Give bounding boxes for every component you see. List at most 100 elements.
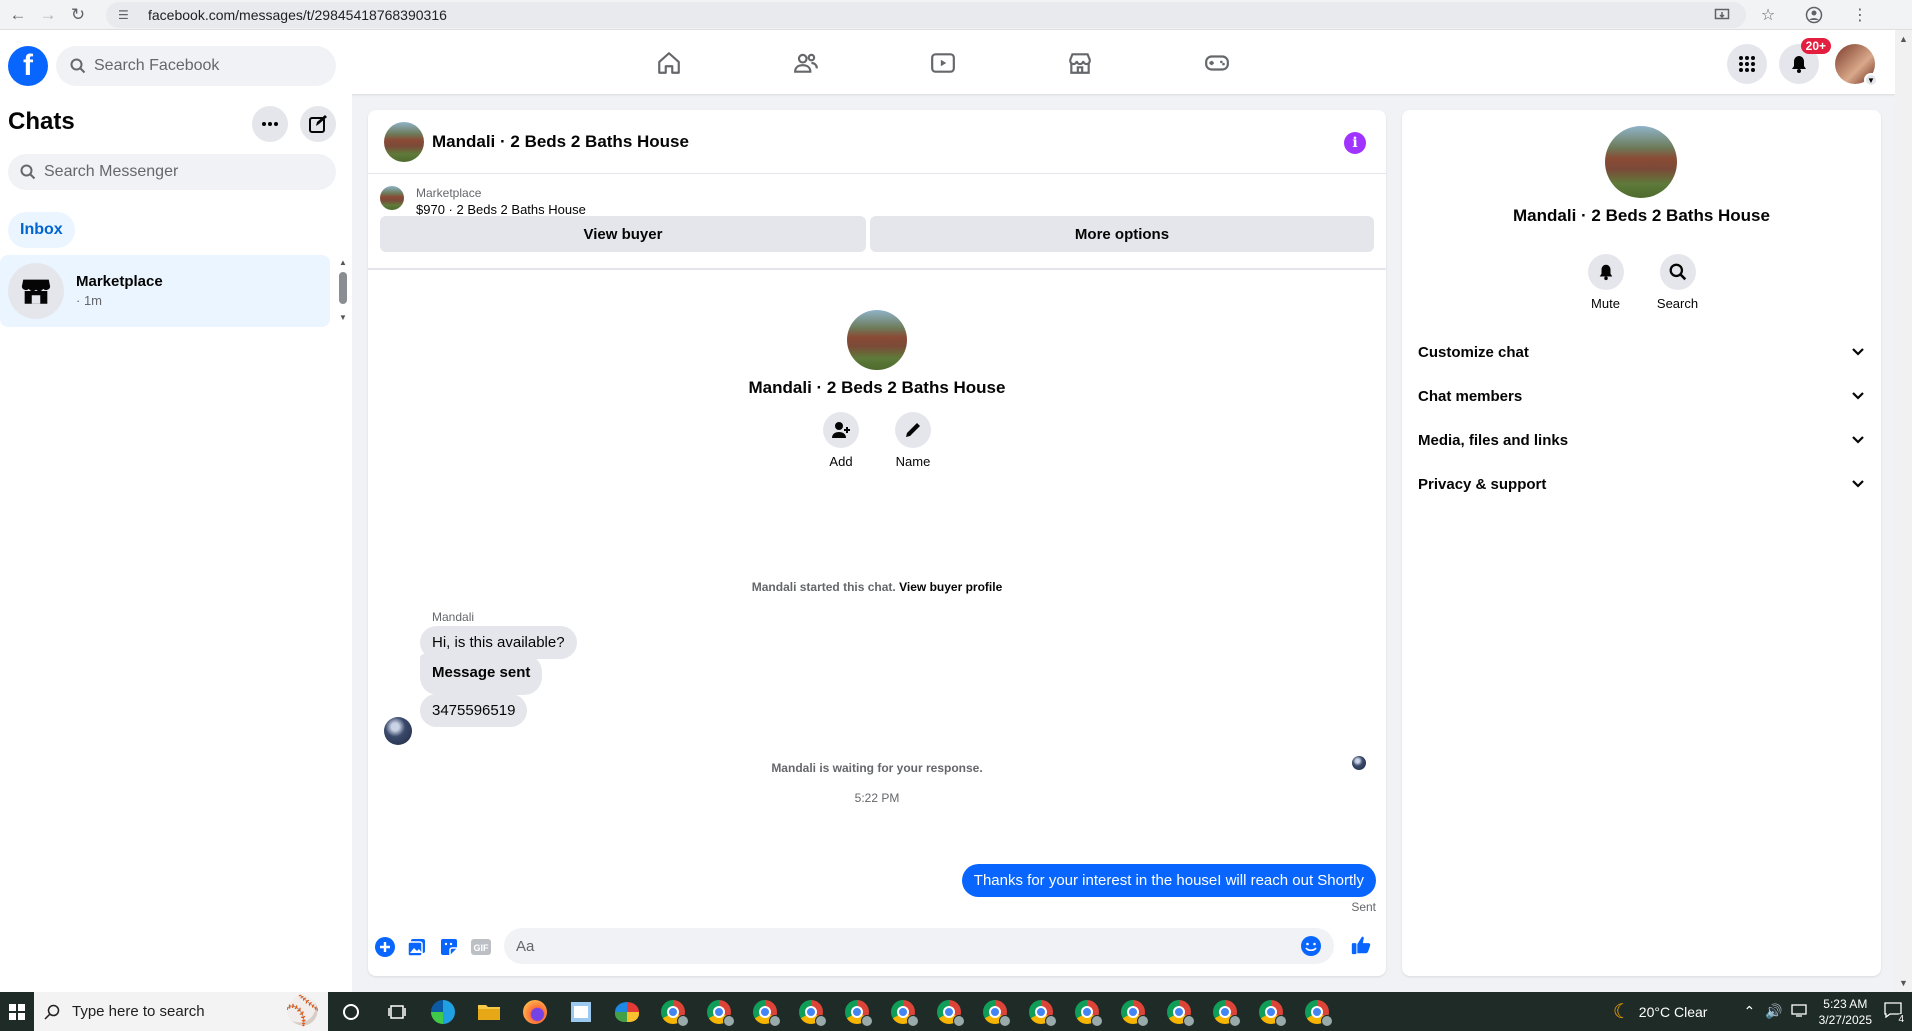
clock[interactable]: 5:23 AM 3/27/2025 (1819, 996, 1872, 1028)
sender-avatar[interactable] (384, 717, 412, 745)
chrome-icon[interactable] (1018, 992, 1064, 1031)
windows-start-icon[interactable] (0, 992, 34, 1031)
volume-icon[interactable]: 🔊 (1765, 1003, 1782, 1020)
plus-circle-icon[interactable] (374, 936, 396, 958)
chrome-icon[interactable] (696, 992, 742, 1031)
section-label: Media, files and links (1418, 431, 1569, 449)
app-window-icon[interactable] (558, 992, 604, 1031)
media-files-links-section[interactable]: Media, files and links (1410, 418, 1873, 462)
chrome-icon[interactable] (1064, 992, 1110, 1031)
chrome-icon[interactable] (834, 992, 880, 1031)
view-buyer-button[interactable]: View buyer (380, 216, 866, 252)
scroll-up-arrow-icon[interactable]: ▲ (1899, 34, 1908, 44)
chrome-icon[interactable] (1248, 992, 1294, 1031)
forward-icon[interactable]: → (36, 3, 60, 27)
address-bar[interactable]: ☰ facebook.com/messages/t/29845418768390… (106, 1, 1746, 28)
sidebar-scrollbar[interactable]: ▲ ▼ (338, 258, 348, 322)
home-icon[interactable] (600, 38, 737, 88)
chats-title: Chats (8, 108, 75, 135)
photo-gallery-icon[interactable] (406, 936, 428, 958)
weather-icon: ☾ (1612, 1001, 1631, 1023)
scroll-down-arrow-icon[interactable]: ▼ (1899, 978, 1908, 988)
listing-thumbnail[interactable] (384, 122, 424, 162)
file-explorer-icon[interactable] (466, 992, 512, 1031)
chats-sidebar: Chats Search Messenger Inbox Marketplace… (0, 94, 352, 992)
chrome-icon[interactable] (880, 992, 926, 1031)
chrome-icon[interactable] (1202, 992, 1248, 1031)
task-view-icon[interactable] (374, 992, 420, 1031)
conversation-item[interactable]: Marketplace · 1m (0, 255, 330, 327)
like-thumbs-up-icon[interactable] (1350, 934, 1372, 956)
chrome-icon[interactable] (742, 992, 788, 1031)
chrome-icon[interactable] (1156, 992, 1202, 1031)
add-people-button[interactable]: Add (823, 412, 859, 469)
reload-icon[interactable]: ↻ (66, 3, 90, 27)
weather-widget[interactable]: ☾ 20°C Clear (1613, 999, 1708, 1024)
chat-members-section[interactable]: Chat members (1410, 374, 1873, 418)
search-icon (70, 58, 86, 74)
taskbar-search-input[interactable]: Type here to search ⚾ (34, 992, 328, 1031)
search-icon (20, 164, 36, 180)
more-options-button[interactable]: More options (870, 216, 1374, 252)
facebook-search-placeholder: Search Facebook (94, 57, 220, 74)
paint-app-icon[interactable] (604, 992, 650, 1031)
install-app-icon[interactable] (1710, 3, 1734, 27)
chrome-icon[interactable] (926, 992, 972, 1031)
chevron-up-icon[interactable]: ⌃ (1743, 1003, 1755, 1020)
account-avatar[interactable]: ▼ (1835, 44, 1878, 87)
site-settings-icon[interactable]: ☰ (118, 7, 134, 23)
notifications-bell-icon[interactable]: 20+ (1779, 38, 1831, 84)
new-message-button[interactable] (300, 106, 336, 142)
chats-options-button[interactable] (252, 106, 288, 142)
emoji-icon[interactable] (1300, 935, 1322, 961)
chrome-icon[interactable] (1110, 992, 1156, 1031)
outgoing-message-bubble[interactable]: Thanks for your interest in the houseI w… (961, 864, 1376, 897)
sticker-icon[interactable] (438, 936, 460, 958)
network-icon[interactable] (1790, 1003, 1809, 1020)
chrome-icon[interactable] (650, 992, 696, 1031)
facebook-logo-icon[interactable]: f (8, 46, 48, 86)
mute-button[interactable]: Mute (1587, 254, 1624, 311)
back-icon[interactable]: ← (6, 3, 30, 27)
clock-time: 5:23 AM (1823, 996, 1868, 1011)
watch-icon[interactable] (874, 38, 1011, 88)
edge-browser-icon[interactable] (420, 992, 466, 1031)
firefox-icon[interactable] (512, 992, 558, 1031)
notification-center-icon[interactable]: 4 (1884, 1002, 1906, 1025)
conversation-title[interactable]: Mandali · 2 Beds 2 Baths House (432, 132, 689, 152)
chrome-icon[interactable] (972, 992, 1018, 1031)
gaming-icon[interactable] (1148, 38, 1285, 88)
add-person-icon (823, 412, 859, 448)
message-bubble[interactable]: 3475596519 (420, 694, 528, 727)
info-icon[interactable]: i (1344, 132, 1366, 154)
section-label: Chat members (1418, 387, 1523, 405)
friends-icon[interactable] (737, 38, 874, 88)
search-in-conversation-button[interactable]: Search (1657, 254, 1698, 311)
menu-grid-icon[interactable] (1727, 44, 1767, 84)
marketplace-icon[interactable] (1011, 38, 1148, 88)
message-timestamp: 5:22 PM (854, 791, 900, 805)
bookmark-star-icon[interactable]: ☆ (1756, 3, 1780, 27)
scroll-up-arrow-icon[interactable]: ▲ (339, 258, 347, 267)
message-input[interactable]: Aa (504, 928, 1334, 964)
scroll-down-arrow-icon[interactable]: ▼ (339, 313, 347, 322)
message-bubble[interactable]: Message sent (420, 654, 543, 695)
privacy-support-section[interactable]: Privacy & support (1410, 462, 1873, 506)
cortana-icon[interactable] (328, 992, 374, 1031)
listing-photo-large[interactable] (1605, 126, 1677, 198)
customize-chat-section[interactable]: Customize chat (1410, 330, 1873, 374)
messenger-search-input[interactable]: Search Messenger (8, 154, 336, 190)
chrome-icon[interactable] (788, 992, 834, 1031)
inbox-filter-tab[interactable]: Inbox (8, 212, 75, 248)
gif-icon[interactable]: GIF (470, 936, 492, 958)
profile-icon[interactable] (1802, 3, 1826, 27)
name-chat-button[interactable]: Name (895, 412, 931, 469)
scrollbar-thumb[interactable] (339, 272, 347, 304)
chrome-icon[interactable] (1294, 992, 1340, 1031)
facebook-search[interactable]: Search Facebook (56, 46, 336, 86)
page-scrollbar[interactable]: ▲ ▼ (1895, 30, 1912, 992)
listing-price[interactable]: $970 · 2 Beds 2 Baths House (416, 202, 586, 217)
browser-menu-icon[interactable]: ⋮ (1848, 3, 1872, 27)
listing-thumbnail-small[interactable] (380, 186, 404, 210)
view-buyer-profile-link[interactable]: View buyer profile (899, 580, 1002, 594)
